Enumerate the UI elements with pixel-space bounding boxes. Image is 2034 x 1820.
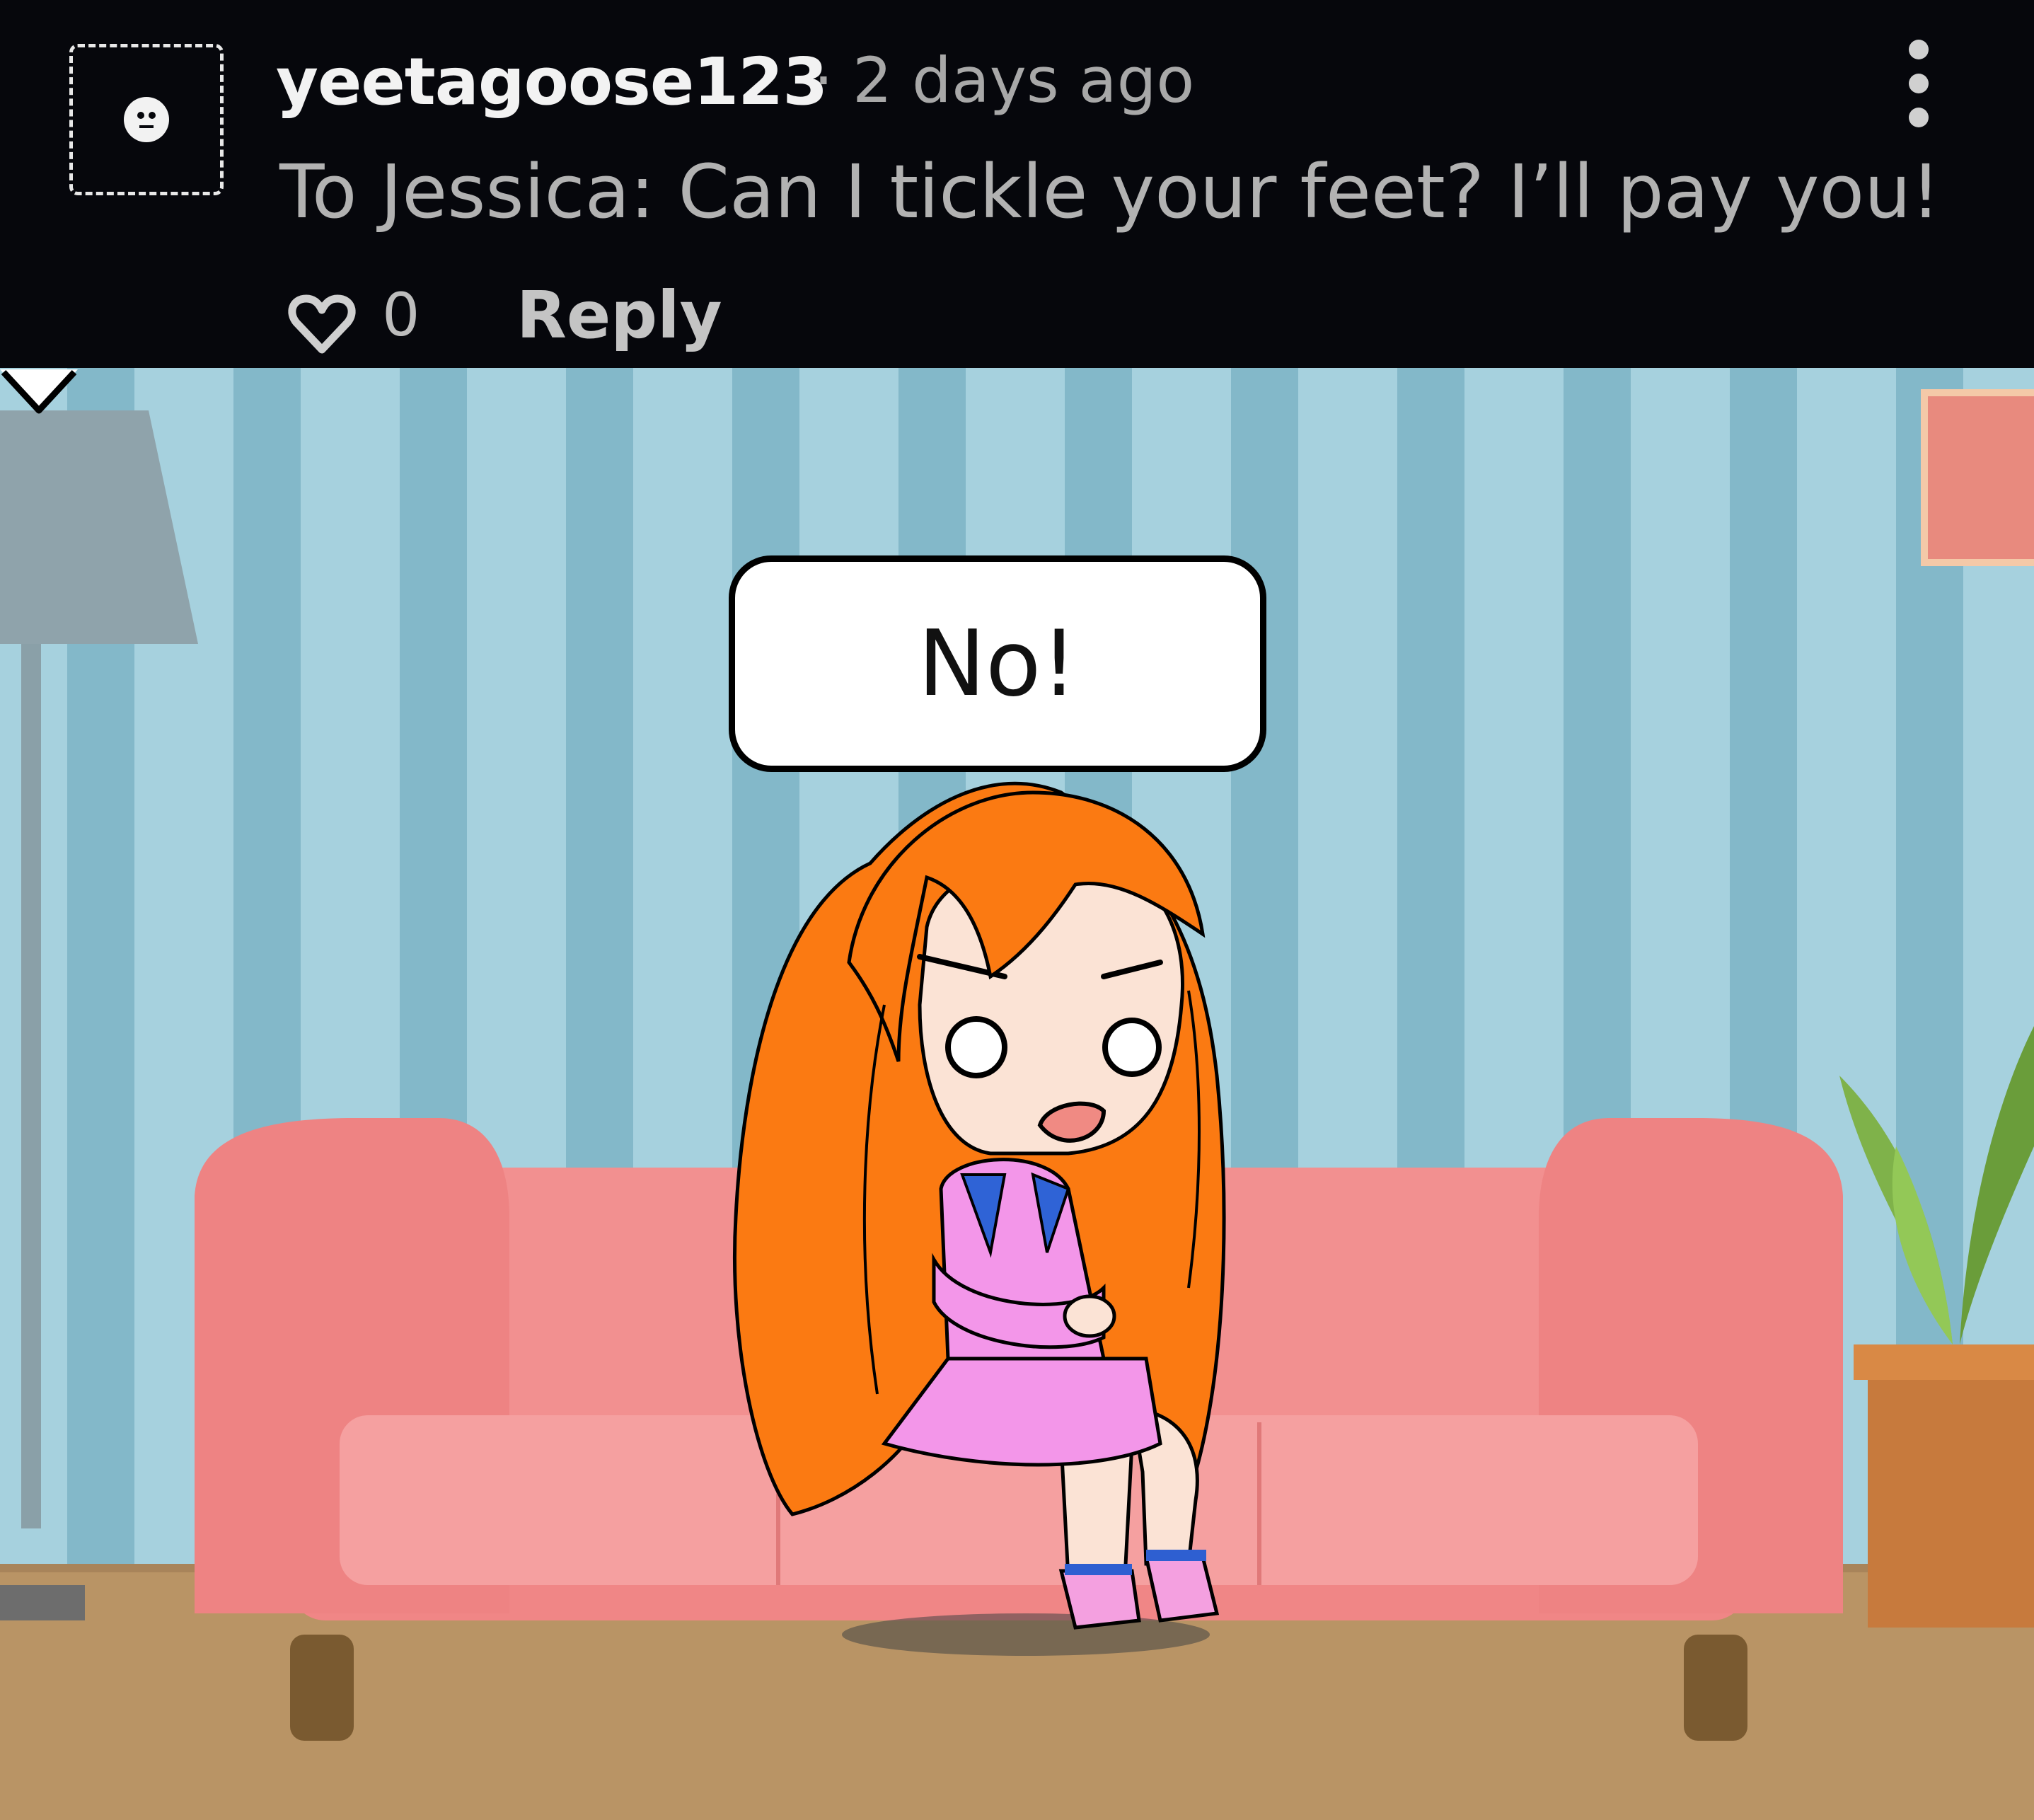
comment-text: To Jessica: Can I tickle your feet? I’ll… <box>279 149 1941 235</box>
gacha-scene-image: No! <box>0 368 2034 1820</box>
reply-button[interactable]: Reply <box>516 277 722 353</box>
separator-dot: · <box>814 44 833 117</box>
heart-outline-icon[interactable] <box>287 289 357 359</box>
vertical-ellipsis-icon[interactable] <box>1896 34 1941 133</box>
avatar[interactable] <box>69 44 224 195</box>
timestamp: 2 days ago <box>853 44 1195 117</box>
speech-bubble-text: No! <box>918 611 1077 717</box>
comment-card: yeetagoose123 · 2 days ago To Jessica: C… <box>0 0 2034 368</box>
screenshot: yeetagoose123 · 2 days ago To Jessica: C… <box>0 0 2034 1820</box>
speech-bubble: No! <box>729 555 1266 772</box>
username[interactable]: yeetagoose123 <box>276 44 828 120</box>
speech-bubble-tail <box>0 369 78 414</box>
like-count: 0 <box>382 280 420 350</box>
neutral-face-icon <box>124 97 169 142</box>
